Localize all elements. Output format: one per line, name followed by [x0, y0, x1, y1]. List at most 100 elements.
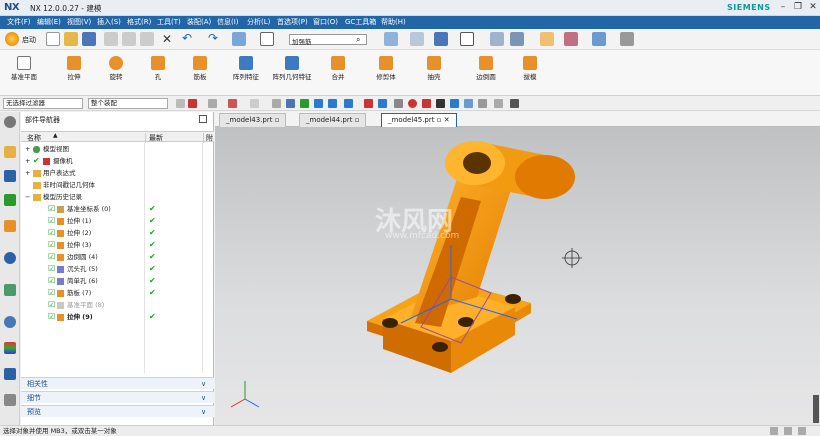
selection-tool-icon[interactable]: [232, 32, 246, 46]
unite-button[interactable]: 合并: [318, 52, 358, 92]
midpoint-icon[interactable]: [364, 99, 373, 108]
tab-model43[interactable]: _model43.prt ▫: [219, 113, 287, 127]
tangent-icon[interactable]: [450, 99, 459, 108]
tree-row[interactable]: ☑ 基准平面 (8): [21, 299, 214, 311]
menu-insert[interactable]: 插入(S): [94, 16, 124, 29]
undo-icon[interactable]: ↶: [182, 31, 192, 45]
measure-icon[interactable]: [592, 32, 606, 46]
quadrant-icon[interactable]: [422, 99, 431, 108]
menu-tools[interactable]: 工具(T): [154, 16, 184, 29]
tree-row[interactable]: ☑ 沉头孔 (5) ✔: [21, 263, 214, 275]
intersection-icon[interactable]: [436, 99, 445, 108]
checkbox-icon[interactable]: ☑: [48, 275, 55, 287]
menu-assembly[interactable]: 装配(A): [184, 16, 214, 29]
select-icon[interactable]: [228, 99, 237, 108]
tree-row[interactable]: ☑ 拉伸 (2) ✔: [21, 227, 214, 239]
snap-icon[interactable]: [540, 32, 554, 46]
minimize-icon[interactable]: –: [776, 2, 790, 13]
checkbox-icon[interactable]: ☑: [48, 239, 55, 251]
tree-row[interactable]: ☑ 拉伸 (3) ✔: [21, 239, 214, 251]
close-tab-icon[interactable]: ✕: [444, 116, 450, 124]
trim-body-button[interactable]: 修剪体: [366, 52, 406, 92]
center-icon[interactable]: [408, 99, 417, 108]
pattern-geometry-button[interactable]: 阵列几何特征: [272, 52, 312, 92]
command-search-box[interactable]: 加强筋 ⌕: [289, 34, 367, 46]
column-extra[interactable]: 附: [203, 133, 213, 143]
hole-button[interactable]: 孔: [138, 52, 178, 92]
menu-edit[interactable]: 编辑(E): [34, 16, 64, 29]
start-icon[interactable]: [5, 32, 19, 46]
chevron-down-icon[interactable]: ∨: [201, 392, 206, 404]
tree-row[interactable]: ☑ 拉伸 (9) ✔: [21, 311, 214, 323]
section-view-icon[interactable]: [490, 32, 504, 46]
tree-row[interactable]: ☑ 筋板 (7) ✔: [21, 287, 214, 299]
restore-icon[interactable]: ❐: [791, 2, 805, 13]
background-icon[interactable]: [460, 32, 474, 46]
menu-gc-toolbox[interactable]: GC工具箱: [342, 16, 379, 29]
extrude-button[interactable]: 拉伸: [54, 52, 94, 92]
checkbox-icon[interactable]: ☑: [48, 251, 55, 263]
assembly-navigator-icon[interactable]: [4, 170, 16, 182]
edge-blend-button[interactable]: 边倒圆: [466, 52, 506, 92]
select-feature-icon[interactable]: [188, 99, 197, 108]
view-icon[interactable]: [272, 99, 281, 108]
lock-icon[interactable]: [510, 99, 519, 108]
checkbox-icon[interactable]: ☑: [48, 227, 55, 239]
cut-icon[interactable]: [104, 32, 118, 46]
tree-row[interactable]: ☑ 拉伸 (1) ✔: [21, 215, 214, 227]
paste-icon[interactable]: [140, 32, 154, 46]
dependencies-panel-header[interactable]: 相关性 ∨: [21, 377, 214, 389]
draft-button[interactable]: 拔模: [510, 52, 550, 92]
spline-icon[interactable]: [344, 99, 353, 108]
tree-row[interactable]: ☑ 简单孔 (6) ✔: [21, 275, 214, 287]
clock-icon[interactable]: [4, 316, 16, 328]
menu-info[interactable]: 信息(I): [214, 16, 242, 29]
orient-cube-icon[interactable]: [510, 32, 524, 46]
existing-point-icon[interactable]: [478, 99, 487, 108]
tree-row[interactable]: − 模型历史记录: [21, 191, 214, 203]
tab-model44[interactable]: _model44.prt ▫: [299, 113, 367, 127]
curve-icon[interactable]: [314, 99, 323, 108]
menu-analysis[interactable]: 分析(L): [244, 16, 273, 29]
viewport-side-handle[interactable]: [813, 395, 819, 423]
surface-point-icon[interactable]: [464, 99, 473, 108]
web-browser-icon[interactable]: [4, 252, 16, 264]
menu-window[interactable]: 窗口(O): [310, 16, 341, 29]
checkbox-icon[interactable]: ☑: [48, 287, 55, 299]
reuse-library-icon[interactable]: [4, 220, 16, 232]
column-name[interactable]: 名称: [27, 133, 41, 143]
constraint-navigator-icon[interactable]: [4, 194, 16, 206]
process-studio-icon[interactable]: [4, 368, 16, 380]
deselect-icon[interactable]: [208, 99, 217, 108]
tree-row[interactable]: + ✔ 摄像机: [21, 155, 214, 167]
view-orient-icon[interactable]: [384, 32, 398, 46]
pattern-feature-button[interactable]: 阵列特征: [226, 52, 266, 92]
shell-button[interactable]: 抽壳: [414, 52, 454, 92]
open-folder-icon[interactable]: [64, 32, 78, 46]
tree-row[interactable]: ☑ 基准坐标系 (0) ✔: [21, 203, 214, 215]
datum-plane-button[interactable]: 基准平面: [4, 52, 44, 92]
menu-preferences[interactable]: 首选项(P): [274, 16, 311, 29]
sort-asc-icon[interactable]: ▲: [53, 132, 58, 139]
history-icon[interactable]: [4, 284, 16, 296]
tab-model45[interactable]: _model45.prt ▫ ✕: [381, 113, 457, 127]
bounded-icon[interactable]: [494, 99, 503, 108]
chevron-down-icon[interactable]: ∨: [201, 378, 206, 390]
close-icon[interactable]: ✕: [806, 2, 820, 13]
settings-gear-icon[interactable]: [4, 116, 16, 128]
filter-icon[interactable]: [176, 99, 185, 108]
checkbox-icon[interactable]: ☑: [48, 311, 55, 323]
details-panel-header[interactable]: 细节 ∨: [21, 391, 214, 403]
graphics-viewport[interactable]: 沐风网 www.mfcad.com: [215, 127, 820, 425]
checkbox-icon[interactable]: ☑: [48, 299, 55, 311]
checkbox-icon[interactable]: ☑: [48, 203, 55, 215]
palette-icon[interactable]: [4, 342, 16, 354]
move-icon[interactable]: [564, 32, 578, 46]
shaded-cube-icon[interactable]: [434, 32, 448, 46]
arc-icon[interactable]: [378, 99, 387, 108]
line-icon[interactable]: [328, 99, 337, 108]
redo-icon[interactable]: ↷: [208, 31, 218, 45]
perpendicular-icon[interactable]: [394, 99, 403, 108]
checkbox-icon[interactable]: ☑: [48, 263, 55, 275]
chevron-down-icon[interactable]: ∨: [201, 406, 206, 418]
